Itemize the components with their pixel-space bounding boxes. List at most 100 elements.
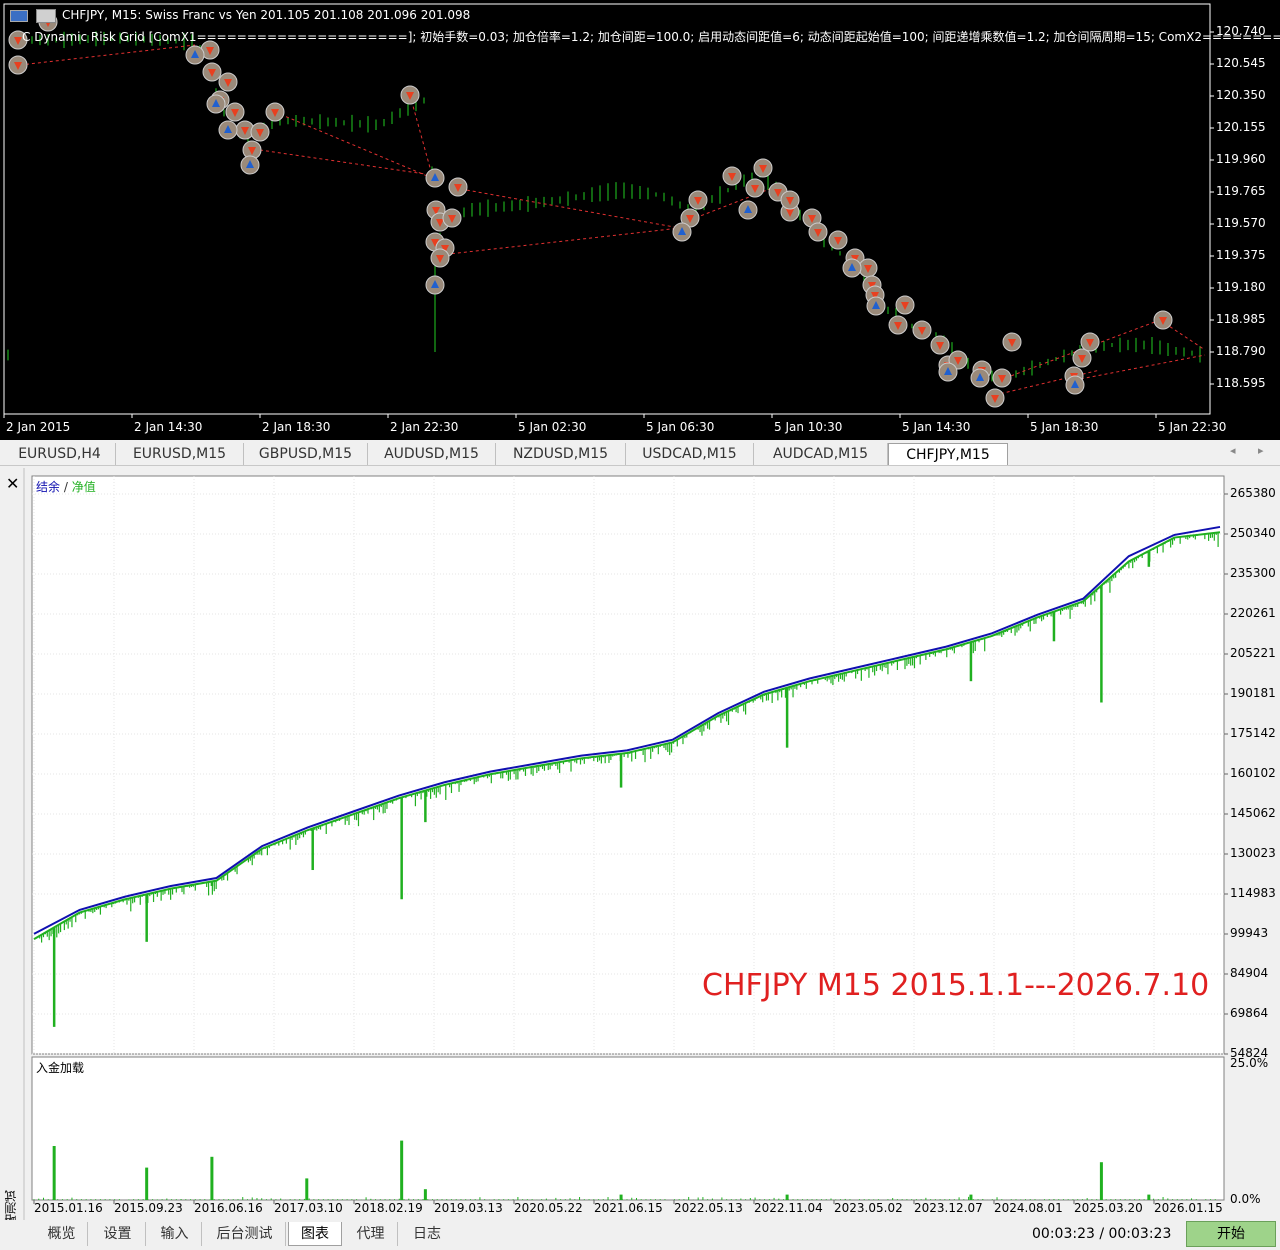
tab-audcad-m15[interactable]: AUDCAD,M15 [754,443,888,465]
buy-order-icon [425,275,445,295]
tab-graph[interactable]: 图表 [288,1222,342,1246]
y-tick-label: 235300 [1230,566,1276,580]
chart-legend: 结余 / 净值 [36,478,96,495]
buy-order-icon [218,120,238,140]
price-label: 118.595 [1216,376,1266,390]
y-tick-label: 175142 [1230,725,1276,740]
symbol-tab-bar: EURUSD,H4 EURUSD,M15 GBPUSD,M15 AUDUSD,M… [0,440,1280,466]
sell-order-icon [828,230,848,250]
equity-chart [23,468,1280,1220]
price-chart-canvas[interactable] [0,0,1280,440]
buy-order-icon [938,362,958,382]
buy-order-icon [185,45,205,65]
indicator-parameters: C Dynamic Risk Grid [ComX1==============… [22,30,1280,44]
price-chart[interactable]: CHFJPY, M15: Swiss Franc vs Yen 201.105 … [0,0,1280,440]
sell-order-icon [745,178,765,198]
time-label: 2 Jan 2015 [6,420,71,434]
buy-order-icon [1065,375,1085,395]
tab-agents[interactable]: 代理 [344,1222,398,1246]
sell-order-icon [225,102,245,122]
price-label: 120.740 [1216,24,1266,38]
tab-scroll-right-icon[interactable]: ▸ [1258,444,1264,457]
y-tick-label: 205221 [1230,646,1276,660]
y-tick-label: 114983 [1230,885,1276,900]
sell-order-icon [722,166,742,186]
sell-order-icon [912,320,932,340]
time-label: 2 Jan 22:30 [390,420,459,434]
y-tick-label: 250340 [1230,526,1276,540]
order-link-line [259,149,433,176]
sell-order-icon [753,158,773,178]
price-label: 120.545 [1216,56,1266,70]
y-tick-label: 145062 [1230,806,1276,820]
sell-order-icon [1072,348,1092,368]
close-icon[interactable]: ✕ [6,474,19,493]
sell-order-icon [895,295,915,315]
price-label: 120.350 [1216,88,1266,102]
buy-order-icon [240,155,260,175]
sell-order-icon [218,72,238,92]
sell-order-icon [888,315,908,335]
y-tick-label: 265380 [1230,486,1276,500]
x-tick-label: 2019.03.13 [434,1201,503,1215]
x-tick-label: 2022.05.13 [674,1201,743,1215]
tab-usdcad-m15[interactable]: USDCAD,M15 [626,443,754,465]
time-label: 2 Jan 18:30 [262,420,331,434]
chart-title: CHFJPY, M15: Swiss Franc vs Yen 201.105 … [62,8,471,22]
price-label: 119.375 [1216,248,1266,262]
legend-balance: 结余 [36,480,61,494]
tab-nzdusd-m15[interactable]: NZDUSD,M15 [496,443,626,465]
sell-order-icon [265,102,285,122]
buy-order-icon [866,296,886,316]
buy-order-icon [842,258,862,278]
tab-inputs[interactable]: 输入 [148,1222,202,1246]
tab-overview[interactable]: 概览 [36,1222,88,1246]
tab-gbpusd-m15[interactable]: GBPUSD,M15 [244,443,368,465]
sell-order-icon [930,335,950,355]
start-button[interactable]: 开始 [1186,1221,1276,1247]
y-tick-label: 69864 [1230,1005,1269,1020]
buy-order-icon [206,94,226,114]
sell-order-icon [985,388,1005,408]
sell-order-icon [858,258,878,278]
tab-settings[interactable]: 设置 [90,1222,146,1246]
y-tick-label: 84904 [1230,965,1269,980]
tab-chfjpy-m15[interactable]: CHFJPY,M15 [888,443,1008,465]
time-label: 2 Jan 14:30 [134,420,203,434]
sell-order-icon [448,177,468,197]
y-tick-label: 190181 [1230,686,1276,700]
time-label: 5 Jan 06:30 [646,420,715,434]
buy-order-icon [425,168,445,188]
x-tick-label: 2023.12.07 [914,1201,983,1215]
x-tick-label: 2015.01.16 [34,1201,103,1215]
tab-eurusd-h4[interactable]: EURUSD,H4 [4,443,116,465]
tab-backtest[interactable]: 后台测试 [204,1222,286,1246]
sell-order-icon [430,248,450,268]
sell-order-icon [400,85,420,105]
chart-watermark: CHFJPY M15 2015.1.1---2026.7.10 [702,968,1210,1003]
tab-eurusd-m15[interactable]: EURUSD,M15 [116,443,244,465]
expert-advisor-icon [36,9,56,23]
sell-order-icon [202,62,222,82]
time-label: 5 Jan 02:30 [518,420,587,434]
tab-journal[interactable]: 日志 [400,1222,454,1246]
chart-window-icon [10,10,28,22]
x-tick-label: 2017.03.10 [274,1201,343,1215]
buy-order-icon [738,200,758,220]
sell-order-icon [1080,332,1100,352]
y-tick-label: 54824 [1230,1046,1269,1060]
x-tick-label: 2016.06.16 [194,1201,263,1215]
tab-scroll-left-icon[interactable]: ◂ [1230,444,1236,457]
y-tick-label: 160102 [1230,766,1276,780]
order-link-line [274,111,433,179]
order-link-line [1074,354,1206,381]
x-tick-label: 2025.03.20 [1074,1201,1143,1215]
sell-order-icon [808,222,828,242]
legend-equity: 净值 [71,480,96,494]
tab-audusd-m15[interactable]: AUDUSD,M15 [368,443,496,465]
sell-order-icon [8,55,28,75]
x-tick-label: 2023.05.02 [834,1201,903,1215]
sell-order-icon [1002,332,1022,352]
price-label: 120.155 [1216,120,1266,134]
deposit-load-label: 入金加载 [36,1061,85,1075]
